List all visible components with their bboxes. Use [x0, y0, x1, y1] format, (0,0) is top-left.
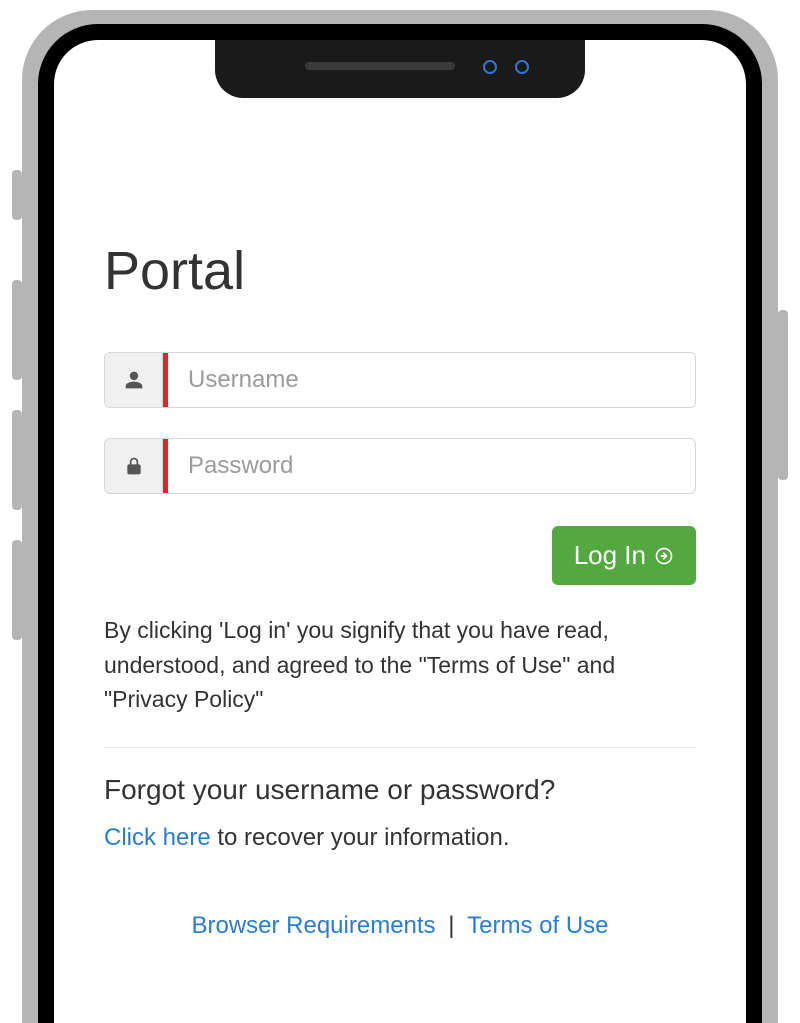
password-input[interactable]: [168, 439, 695, 493]
phone-notch: [215, 40, 585, 98]
username-input[interactable]: [168, 353, 695, 407]
phone-camera-icon: [515, 60, 529, 74]
footer-links: Browser Requirements | Terms of Use: [104, 912, 696, 940]
phone-screen: Portal Log In By clicking: [54, 40, 746, 1023]
password-group: [104, 438, 696, 494]
divider: [104, 747, 696, 748]
page-title: Portal: [104, 240, 696, 302]
recover-link[interactable]: Click here: [104, 824, 211, 851]
forgot-text: Click here to recover your information.: [104, 824, 696, 852]
lock-icon: [105, 439, 163, 493]
footer-separator: |: [442, 912, 462, 939]
browser-requirements-link[interactable]: Browser Requirements: [191, 912, 435, 939]
phone-side-button: [12, 280, 22, 380]
login-button-label: Log In: [574, 540, 646, 571]
phone-side-button: [12, 410, 22, 510]
login-form: Portal Log In By clicking: [54, 40, 746, 940]
phone-speaker: [305, 62, 455, 70]
user-icon: [105, 353, 163, 407]
phone-side-button: [12, 540, 22, 640]
forgot-rest: to recover your information.: [211, 824, 510, 851]
username-group: [104, 352, 696, 408]
button-row: Log In: [104, 526, 696, 585]
terms-of-use-link[interactable]: Terms of Use: [467, 912, 608, 939]
arrow-right-circle-icon: [654, 546, 674, 566]
forgot-heading: Forgot your username or password?: [104, 774, 696, 806]
phone-side-button: [12, 170, 22, 220]
phone-sensor-icon: [483, 60, 497, 74]
phone-side-button: [778, 310, 788, 480]
disclaimer-text: By clicking 'Log in' you signify that yo…: [104, 613, 696, 717]
login-button[interactable]: Log In: [552, 526, 696, 585]
